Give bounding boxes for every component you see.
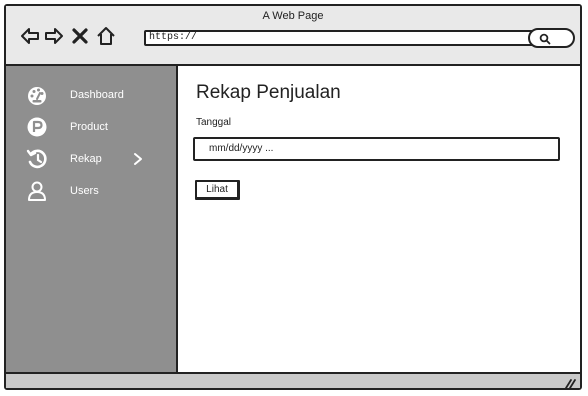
user-icon <box>26 180 48 202</box>
search-icon <box>539 32 551 45</box>
sidebar-item-label: Product <box>70 121 108 133</box>
sidebar: Dashboard Product Rekap Users <box>6 66 178 372</box>
lihat-button[interactable]: Lihat <box>195 180 240 200</box>
sidebar-item-rekap[interactable]: Rekap <box>26 148 166 170</box>
url-bar[interactable]: https:// <box>144 30 537 46</box>
sidebar-item-users[interactable]: Users <box>26 180 166 202</box>
dashboard-gauge-icon <box>26 84 48 106</box>
sidebar-item-dashboard[interactable]: Dashboard <box>26 84 166 106</box>
date-input[interactable]: mm/dd/yyyy ... <box>193 137 560 161</box>
product-p-icon <box>26 116 48 138</box>
date-label: Tanggal <box>196 117 232 128</box>
browser-window: A Web Page https:// Dashboard Product Re… <box>4 4 582 390</box>
window-title: A Web Page <box>262 10 324 22</box>
page-title: Rekap Penjualan <box>196 82 341 103</box>
search-button[interactable] <box>528 28 575 48</box>
back-arrow-icon[interactable] <box>20 26 40 46</box>
sidebar-item-label: Rekap <box>70 153 102 165</box>
forward-arrow-icon[interactable] <box>44 26 64 46</box>
history-icon <box>26 148 48 170</box>
main-content: Rekap Penjualan Tanggal mm/dd/yyyy ... L… <box>180 66 580 372</box>
browser-toolbar: A Web Page https:// <box>6 6 580 66</box>
sidebar-item-product[interactable]: Product <box>26 116 166 138</box>
close-x-icon[interactable] <box>70 26 90 46</box>
home-icon[interactable] <box>96 26 116 46</box>
resize-grip-icon[interactable] <box>564 376 576 389</box>
sidebar-item-label: Dashboard <box>70 89 124 101</box>
status-bar <box>6 372 580 389</box>
sidebar-item-label: Users <box>70 185 99 197</box>
chevron-right-icon <box>132 152 144 166</box>
